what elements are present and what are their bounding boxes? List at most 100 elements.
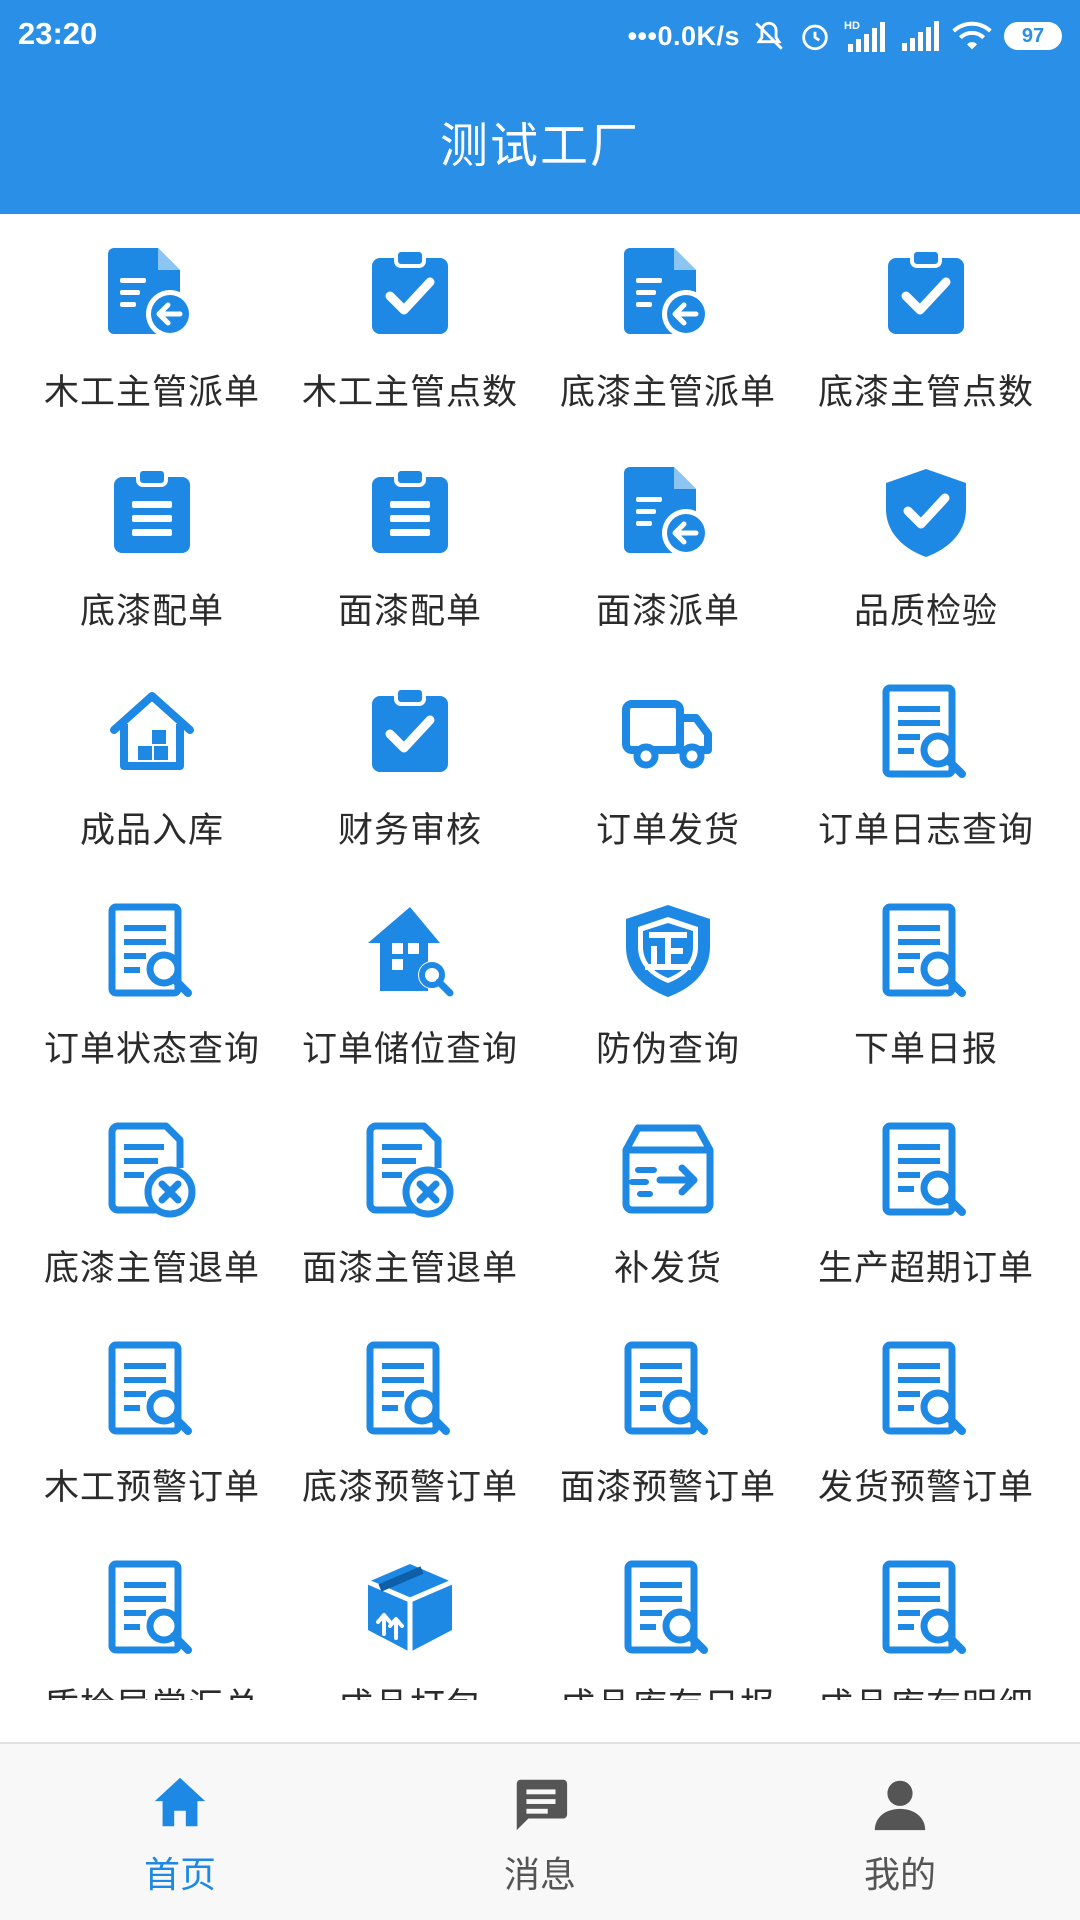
bottom-tab-bar: 首页 消息 我的 — [0, 1742, 1080, 1920]
grid-item[interactable]: 木工主管点数 — [281, 214, 539, 433]
clipboard-check-icon — [372, 248, 448, 334]
grid-item[interactable]: 成品打包 — [281, 1528, 539, 1700]
grid-item-label: 成品入库 — [79, 811, 224, 851]
document-search-icon — [108, 1341, 192, 1435]
grid-item[interactable]: 订单储位查询 — [281, 871, 539, 1090]
grid-item[interactable]: 订单状态查询 — [23, 871, 281, 1090]
document-cancel-icon — [108, 1122, 196, 1218]
grid-item[interactable]: 面漆主管退单 — [281, 1090, 539, 1309]
clipboard-check-icon — [888, 248, 964, 334]
shield-zheng-icon — [626, 905, 710, 997]
grid-item-label: 木工主管派单 — [43, 373, 260, 413]
document-arrow-icon — [624, 248, 710, 338]
grid-item-label: 底漆主管点数 — [817, 373, 1034, 413]
document-search-icon — [882, 1560, 966, 1654]
grid-item[interactable]: 下单日报 — [797, 871, 1055, 1090]
clipboard-check-icon — [372, 686, 448, 772]
clipboard-list-icon — [114, 467, 190, 553]
grid-item-label: 成品库存日报 — [560, 1678, 776, 1700]
grid-item[interactable]: 成品库存明细 — [797, 1528, 1055, 1700]
battery-icon: 97 — [1004, 22, 1062, 50]
grid-item[interactable]: 生产超期订单 — [797, 1090, 1055, 1309]
tab-label: 我的 — [863, 1855, 936, 1896]
document-search-icon — [108, 903, 192, 997]
grid-item[interactable]: 质检异常汇总 — [23, 1528, 281, 1700]
grid-item[interactable]: 底漆配单 — [23, 433, 281, 652]
grid-item-label: 成品打包 — [338, 1678, 482, 1700]
package-icon — [367, 1564, 453, 1652]
message-icon — [516, 1779, 568, 1831]
tab-label: 首页 — [143, 1855, 216, 1896]
tab-label: 消息 — [503, 1855, 576, 1896]
grid-item-label: 面漆预警订单 — [559, 1468, 776, 1508]
grid-item[interactable]: 财务审核 — [281, 652, 539, 871]
house-search-icon — [368, 907, 454, 997]
document-arrow-icon — [108, 248, 194, 338]
grid-item-label: 底漆预警订单 — [301, 1468, 518, 1508]
grid-item-label: 订单储位查询 — [301, 1030, 518, 1070]
grid-item[interactable]: 成品库存日报 — [539, 1528, 797, 1700]
grid-item[interactable]: 面漆派单 — [539, 433, 797, 652]
shield-check-icon — [886, 469, 966, 557]
grid-item-label: 面漆主管退单 — [301, 1249, 518, 1289]
document-search-icon — [624, 1560, 708, 1654]
tab-person[interactable]: 我的 — [720, 1744, 1080, 1920]
person-icon — [874, 1780, 926, 1831]
grid-item-label: 发货预警订单 — [817, 1468, 1034, 1508]
tab-home[interactable]: 首页 — [0, 1744, 360, 1920]
status-net-speed: •••0.0K/s — [627, 20, 740, 51]
document-search-icon — [108, 1560, 192, 1654]
grid-item-label: 成品库存明细 — [818, 1678, 1034, 1700]
grid-item-label: 底漆配单 — [79, 592, 224, 632]
grid-item-label: 木工预警订单 — [43, 1468, 260, 1508]
document-cancel-icon — [366, 1122, 454, 1218]
grid-item-label: 订单日志查询 — [817, 811, 1034, 851]
status-icons: •••0.0K/s HD 97 — [628, 14, 1062, 58]
box-arrow-icon — [622, 1124, 714, 1214]
grid-item[interactable]: 面漆预警订单 — [539, 1309, 797, 1528]
grid-item[interactable]: 底漆主管退单 — [23, 1090, 281, 1309]
grid-item-label: 品质检验 — [853, 592, 998, 632]
grid-item-label: 财务审核 — [337, 811, 482, 851]
document-search-icon — [624, 1341, 708, 1435]
net-speed-value: 0.0K/s — [657, 20, 740, 51]
grid-item[interactable]: 木工主管派单 — [23, 214, 281, 433]
grid-item[interactable]: 底漆主管派单 — [539, 214, 797, 433]
grid-item-label: 底漆主管退单 — [43, 1249, 260, 1289]
wifi-icon — [952, 19, 992, 53]
grid-item-label: 面漆派单 — [595, 592, 740, 632]
grid-item[interactable]: 发货预警订单 — [797, 1309, 1055, 1528]
document-search-icon — [882, 1122, 966, 1216]
grid-item-label: 生产超期订单 — [817, 1249, 1034, 1289]
document-search-icon — [882, 903, 966, 997]
document-arrow-icon — [624, 467, 710, 557]
grid-item[interactable]: 成品入库 — [23, 652, 281, 871]
grid-item[interactable]: 木工预警订单 — [23, 1309, 281, 1528]
mute-icon — [752, 19, 786, 53]
grid-item[interactable]: 防伪查询 — [539, 871, 797, 1090]
grid-item[interactable]: 补发货 — [539, 1090, 797, 1309]
grid-item-label: 下单日报 — [853, 1030, 998, 1070]
grid-item-label: 订单发货 — [595, 811, 740, 851]
warehouse-icon — [110, 692, 194, 770]
grid-item-label: 质检异常汇总 — [44, 1678, 260, 1700]
signal-icon — [900, 19, 940, 53]
function-grid: 木工主管派单 木工主管点数 底漆主管派单 底漆主管点数 底漆配单 面漆配单 面漆… — [0, 214, 1080, 1700]
document-search-icon — [366, 1341, 450, 1435]
grid-item[interactable]: 底漆预警订单 — [281, 1309, 539, 1528]
grid-item[interactable]: 面漆配单 — [281, 433, 539, 652]
grid-item-label: 底漆主管派单 — [559, 373, 776, 413]
grid-item[interactable]: 订单日志查询 — [797, 652, 1055, 871]
grid-item-label: 木工主管点数 — [301, 373, 518, 413]
grid-item-label: 防伪查询 — [595, 1030, 740, 1070]
truck-icon — [622, 700, 712, 769]
grid-item[interactable]: 订单发货 — [539, 652, 797, 871]
document-search-icon — [882, 684, 966, 778]
grid-item[interactable]: 品质检验 — [797, 433, 1055, 652]
app-header: 23:20 •••0.0K/s HD 97 测试工厂 — [0, 0, 1080, 214]
grid-item-label: 补发货 — [613, 1249, 722, 1289]
tab-message[interactable]: 消息 — [360, 1744, 720, 1920]
document-search-icon — [882, 1341, 966, 1435]
grid-item[interactable]: 底漆主管点数 — [797, 214, 1055, 433]
grid-item-label: 面漆配单 — [337, 592, 482, 632]
